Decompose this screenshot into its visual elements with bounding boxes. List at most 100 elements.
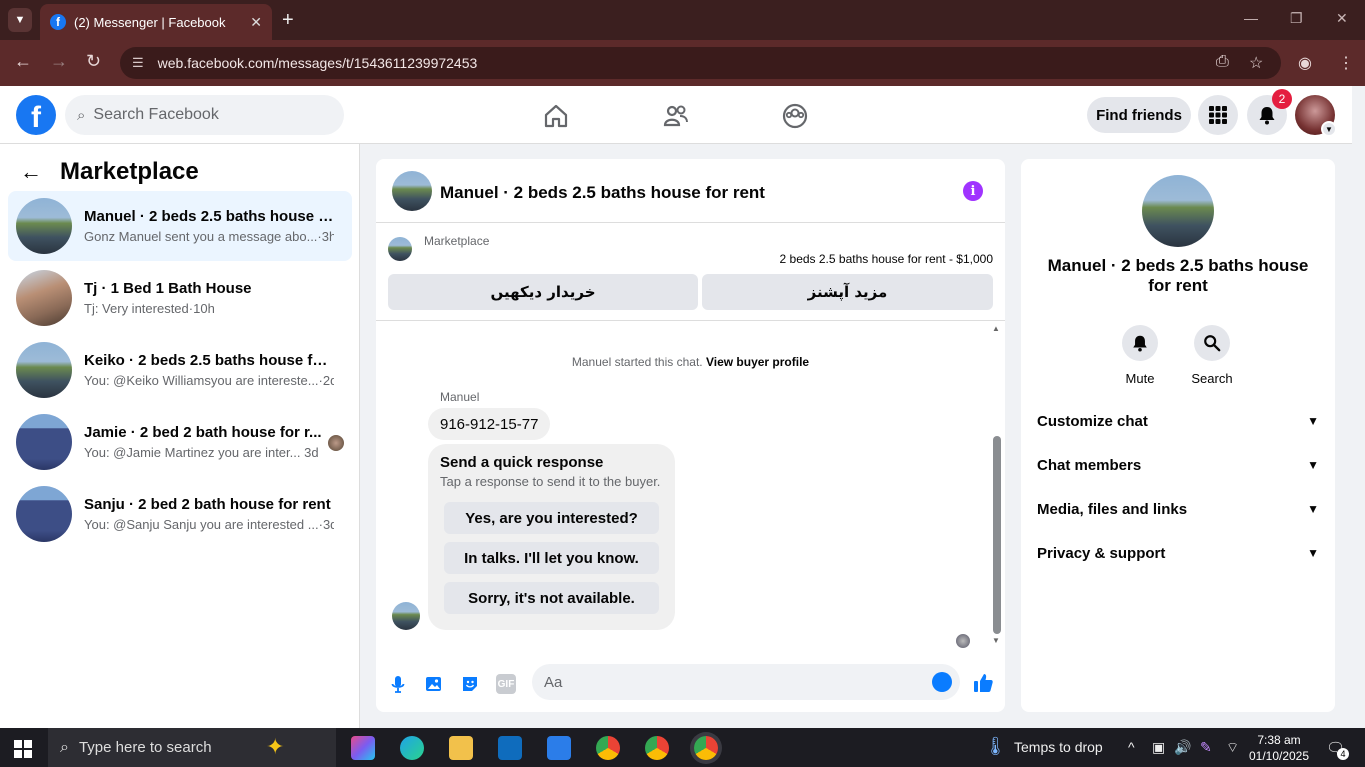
- show-hidden-icons-icon[interactable]: ^: [1128, 739, 1135, 755]
- minimize-icon[interactable]: —: [1244, 10, 1258, 26]
- chevron-down-icon: ▼: [1307, 414, 1319, 428]
- message-input[interactable]: [544, 673, 924, 691]
- gif-icon[interactable]: GIF: [496, 674, 516, 694]
- conversation-item[interactable]: Sanju · 2 bed 2 bath house for rent You:…: [8, 479, 352, 549]
- emoji-icon[interactable]: [932, 672, 952, 692]
- scroll-up-icon[interactable]: ▲: [992, 324, 1000, 333]
- tab-close-icon[interactable]: ✕: [250, 14, 262, 31]
- conversation-time: 3d: [304, 445, 319, 460]
- conversation-name: Jamie · 2 bed 2 bath house for r...: [84, 424, 322, 441]
- bookmark-star-icon[interactable]: ☆: [1249, 53, 1263, 73]
- sidebar-header: ← Marketplace: [20, 158, 199, 186]
- scroll-down-icon[interactable]: ▼: [992, 636, 1000, 645]
- home-icon[interactable]: [542, 102, 570, 130]
- friends-icon[interactable]: [662, 102, 690, 130]
- window-close-icon[interactable]: ✕: [1336, 10, 1348, 27]
- notification-count-badge: 2: [1272, 89, 1292, 109]
- chevron-down-icon: ▼: [1307, 502, 1319, 516]
- media-files-row[interactable]: Media, files and links ▼: [1029, 489, 1327, 529]
- marketplace-listing-bar: Marketplace 2 beds 2.5 baths house for r…: [376, 223, 1005, 321]
- microsoft-store-icon[interactable]: [547, 736, 571, 760]
- sender-avatar[interactable]: [392, 602, 420, 630]
- quick-response-button[interactable]: Yes, are you interested?: [444, 502, 659, 534]
- conversation-avatar: [16, 198, 72, 254]
- chat-avatar[interactable]: [392, 171, 432, 211]
- outlook-icon[interactable]: [498, 736, 522, 760]
- chrome-icon[interactable]: [645, 736, 669, 760]
- chat-start-line: Manuel started this chat. View buyer pro…: [376, 355, 1005, 369]
- chat-members-row[interactable]: Chat members ▼: [1029, 445, 1327, 485]
- weather-text[interactable]: Temps to drop: [1014, 739, 1103, 755]
- chrome-icon[interactable]: [596, 736, 620, 760]
- conversation-time: 3h: [321, 229, 334, 244]
- conversation-item[interactable]: Tj · 1 Bed 1 Bath House Tj: Very interes…: [8, 263, 352, 333]
- find-friends-button[interactable]: Find friends: [1087, 97, 1191, 133]
- conversation-item[interactable]: Keiko · 2 beds 2.5 baths house for ... Y…: [8, 335, 352, 405]
- view-buyer-button[interactable]: خریدار دیکھیں: [388, 274, 698, 310]
- conversation-preview: You: @Keiko Williamsyou are intereste...: [84, 373, 319, 388]
- photo-icon[interactable]: [424, 674, 444, 694]
- message-input-box[interactable]: [532, 664, 960, 700]
- conversation-name: Keiko · 2 beds 2.5 baths house for ...: [84, 352, 334, 369]
- maximize-icon[interactable]: ❐: [1290, 10, 1303, 27]
- bell-icon: [1133, 335, 1147, 352]
- taskbar-clock[interactable]: 7:38 am 01/10/2025: [1247, 732, 1311, 764]
- menu-grid-button[interactable]: [1198, 95, 1238, 135]
- back-icon[interactable]: ←: [14, 51, 32, 72]
- marketplace-label: Marketplace: [424, 234, 490, 248]
- search-action[interactable]: Search: [1182, 325, 1242, 386]
- forward-icon[interactable]: →: [50, 51, 68, 72]
- quick-response-button[interactable]: In talks. I'll let you know.: [444, 542, 659, 574]
- menu-dots-icon[interactable]: ⋮: [1338, 53, 1354, 73]
- account-chevron-icon[interactable]: ▼: [1321, 121, 1337, 137]
- chrome-active-icon[interactable]: [694, 736, 718, 760]
- mute-action[interactable]: Mute: [1110, 325, 1170, 386]
- info-avatar[interactable]: [1142, 175, 1214, 247]
- weather-thermometer-icon[interactable]: 🌡: [984, 736, 1007, 757]
- privacy-support-row[interactable]: Privacy & support ▼: [1029, 533, 1327, 573]
- profile-icon[interactable]: ◉: [1298, 53, 1312, 73]
- conversation-item[interactable]: Manuel · 2 beds 2.5 baths house f... Gon…: [8, 191, 352, 261]
- conversation-time: 3d: [322, 517, 334, 532]
- site-info-icon[interactable]: ☰: [132, 55, 144, 71]
- chat-title[interactable]: Manuel · 2 beds 2.5 baths house for rent: [440, 183, 765, 203]
- file-explorer-icon[interactable]: [449, 736, 473, 760]
- chat-scrollbar[interactable]: ▲ ▼: [990, 322, 1003, 652]
- windows-taskbar: ⌕ Type here to search ✦ 🌡 Temps to drop …: [0, 728, 1365, 767]
- quick-response-button[interactable]: Sorry, it's not available.: [444, 582, 659, 614]
- back-arrow-icon[interactable]: ←: [20, 159, 42, 185]
- facebook-search[interactable]: ⌕: [65, 95, 344, 135]
- install-app-icon[interactable]: ⎙: [1216, 53, 1229, 71]
- page-scrollbar[interactable]: [1352, 86, 1365, 728]
- browser-tab[interactable]: f (2) Messenger | Facebook ✕: [40, 4, 272, 40]
- new-tab-icon[interactable]: +: [282, 9, 294, 32]
- taskbar-search[interactable]: ⌕ Type here to search ✦: [48, 728, 336, 767]
- conversation-preview: Gonz Manuel sent you a message abo...: [84, 229, 318, 244]
- conversation-avatar: [16, 486, 72, 542]
- network-icon[interactable]: ⌔: [1226, 739, 1239, 757]
- info-icon[interactable]: i: [963, 181, 983, 201]
- scroll-thumb[interactable]: [993, 436, 1001, 634]
- facebook-favicon-icon: f: [50, 14, 66, 30]
- windows-start-icon[interactable]: [14, 740, 32, 758]
- section-label: Chat members: [1037, 456, 1142, 474]
- facebook-search-input[interactable]: [93, 106, 314, 124]
- copilot-icon[interactable]: [351, 736, 375, 760]
- facebook-logo-icon[interactable]: f: [16, 95, 56, 135]
- meet-now-icon[interactable]: ▣: [1152, 739, 1165, 756]
- reload-icon[interactable]: ↻: [86, 51, 101, 72]
- view-buyer-profile-link[interactable]: View buyer profile: [706, 355, 809, 369]
- listing-thumbnail[interactable]: [388, 237, 412, 261]
- sticker-icon[interactable]: [460, 674, 480, 694]
- conversation-item[interactable]: Jamie · 2 bed 2 bath house for r... You:…: [8, 407, 352, 477]
- customize-chat-row[interactable]: Customize chat ▼: [1029, 401, 1327, 441]
- tab-search-icon[interactable]: ▼: [8, 8, 32, 32]
- pen-icon[interactable]: ✎: [1200, 739, 1212, 756]
- like-thumb-icon[interactable]: [972, 672, 994, 694]
- more-options-button[interactable]: مزید آپشنز: [702, 274, 993, 310]
- volume-icon[interactable]: 🔊: [1174, 739, 1191, 756]
- url-bar[interactable]: ☰ web.facebook.com/messages/t/1543611239…: [120, 47, 1281, 79]
- edge-icon[interactable]: [400, 736, 424, 760]
- groups-icon[interactable]: [781, 102, 809, 130]
- microphone-icon[interactable]: [388, 674, 408, 694]
